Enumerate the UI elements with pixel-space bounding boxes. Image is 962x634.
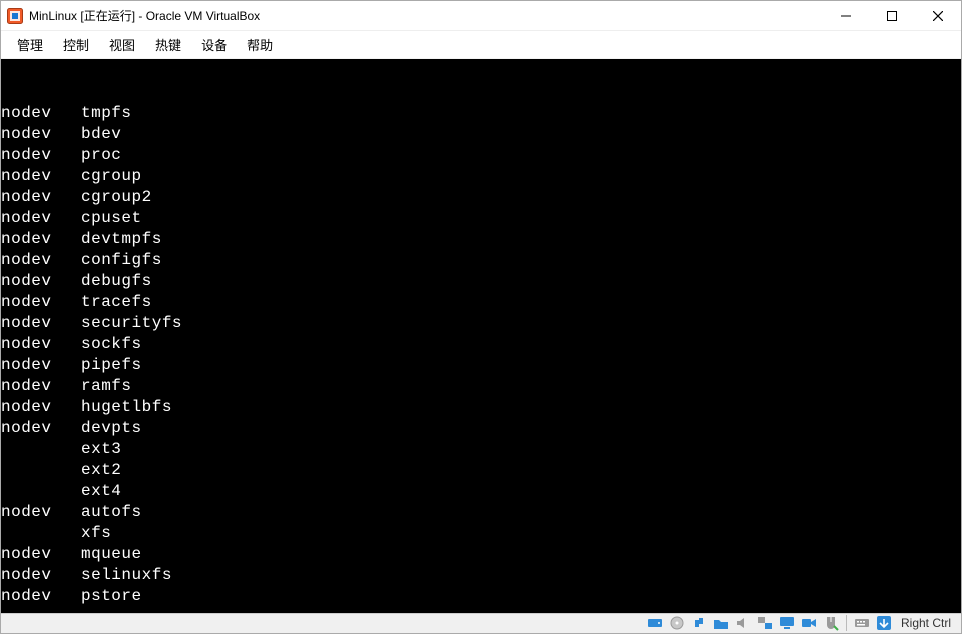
terminal-line: nodevsecurityfs xyxy=(1,313,961,334)
statusbar: Right Ctrl xyxy=(1,613,961,633)
virtualbox-window: MinLinux [正在运行] - Oracle VM VirtualBox 管… xyxy=(0,0,962,634)
terminal-line: nodevcpuset xyxy=(1,208,961,229)
menu-view[interactable]: 视图 xyxy=(99,31,145,58)
close-button[interactable] xyxy=(915,1,961,31)
menu-help[interactable]: 帮助 xyxy=(237,31,283,58)
host-key-icon[interactable] xyxy=(875,614,893,632)
harddisk-icon[interactable] xyxy=(646,614,664,632)
terminal-line: nodevdebugfs xyxy=(1,271,961,292)
menubar: 管理 控制 视图 热键 设备 帮助 xyxy=(1,31,961,59)
minimize-button[interactable] xyxy=(823,1,869,31)
audio-icon[interactable] xyxy=(734,614,752,632)
keyboard-icon[interactable] xyxy=(853,614,871,632)
menu-input[interactable]: 热键 xyxy=(145,31,191,58)
terminal-line: nodevdevtmpfs xyxy=(1,229,961,250)
maximize-button[interactable] xyxy=(869,1,915,31)
terminal-line: nodevramfs xyxy=(1,376,961,397)
terminal-line: nodevtracefs xyxy=(1,292,961,313)
status-separator xyxy=(846,615,847,631)
terminal-line: nodevhugetlbfs xyxy=(1,397,961,418)
terminal-line: nodevmqueue xyxy=(1,544,961,565)
optical-icon[interactable] xyxy=(668,614,686,632)
terminal-line: nodevpstore xyxy=(1,586,961,607)
virtualbox-app-icon xyxy=(7,8,23,24)
menu-devices[interactable]: 设备 xyxy=(191,31,237,58)
terminal-line: nodevcgroup2 xyxy=(1,187,961,208)
terminal-line: nodevpipefs xyxy=(1,355,961,376)
terminal-line: nodevcgroup xyxy=(1,166,961,187)
menu-machine[interactable]: 控制 xyxy=(53,31,99,58)
terminal-line: nodevconfigfs xyxy=(1,250,961,271)
video-capture-icon[interactable] xyxy=(800,614,818,632)
network-icon[interactable] xyxy=(756,614,774,632)
shared-folder-icon[interactable] xyxy=(712,614,730,632)
mouse-integration-icon[interactable] xyxy=(822,614,840,632)
vm-terminal[interactable]: nodevtmpfsnodevbdevnodevprocnodevcgroupn… xyxy=(1,59,961,613)
terminal-line: nodevproc xyxy=(1,145,961,166)
display-icon[interactable] xyxy=(778,614,796,632)
terminal-line: nodevdevpts xyxy=(1,418,961,439)
usb-icon[interactable] xyxy=(690,614,708,632)
terminal-line: nodevtmpfs xyxy=(1,103,961,124)
titlebar: MinLinux [正在运行] - Oracle VM VirtualBox xyxy=(1,1,961,31)
terminal-line: xfs xyxy=(1,523,961,544)
host-key-label: Right Ctrl xyxy=(897,616,955,630)
terminal-line: nodevsockfs xyxy=(1,334,961,355)
terminal-output: nodevtmpfsnodevbdevnodevprocnodevcgroupn… xyxy=(1,103,961,607)
window-title: MinLinux [正在运行] - Oracle VM VirtualBox xyxy=(29,7,260,24)
menu-manage[interactable]: 管理 xyxy=(7,31,53,58)
terminal-line: nodevselinuxfs xyxy=(1,565,961,586)
terminal-line: nodevautofs xyxy=(1,502,961,523)
terminal-line: ext2 xyxy=(1,460,961,481)
terminal-line: ext3 xyxy=(1,439,961,460)
terminal-line: nodevbdev xyxy=(1,124,961,145)
terminal-line: ext4 xyxy=(1,481,961,502)
